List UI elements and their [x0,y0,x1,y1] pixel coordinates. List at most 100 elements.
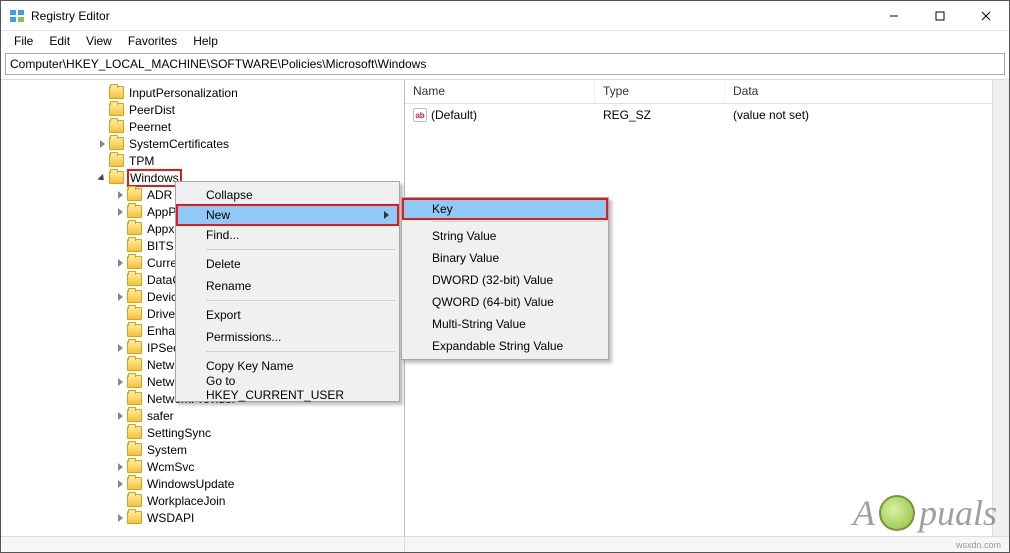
registry-editor-window: Registry Editor File Edit View Favorites… [0,0,1010,553]
folder-icon [127,256,142,269]
submenu-key[interactable]: Key [402,198,608,220]
tree-node[interactable]: TPM [1,152,404,169]
statusbar [1,536,1009,552]
expand-icon-closed[interactable] [113,208,127,216]
folder-icon [127,426,142,439]
tree-node-label: Netw [145,358,176,372]
tree-node-label: BITS [145,239,176,253]
menu-view[interactable]: View [79,32,119,50]
folder-icon [127,358,142,371]
maximize-button[interactable] [917,1,963,31]
tree-node[interactable]: System [1,441,404,458]
address-text: Computer\HKEY_LOCAL_MACHINE\SOFTWARE\Pol… [10,57,426,71]
ctx-new[interactable]: New [176,204,399,226]
value-data: (value not set) [725,108,985,122]
value-row[interactable]: (Default) REG_SZ (value not set) [405,106,1009,124]
expand-icon-closed[interactable] [113,463,127,471]
folder-icon [127,477,142,490]
expand-icon-closed[interactable] [95,140,109,148]
regedit-icon [9,8,25,24]
ctx-find[interactable]: Find... [178,224,397,246]
folder-icon [127,307,142,320]
tree-node-label: TPM [127,154,156,168]
submenu-binary[interactable]: Binary Value [404,247,606,269]
expand-icon-closed[interactable] [113,191,127,199]
tree-node[interactable]: PeerDist [1,101,404,118]
new-submenu: Key String Value Binary Value DWORD (32-… [401,197,609,360]
folder-icon [127,324,142,337]
ctx-separator [206,300,396,301]
folder-icon [127,341,142,354]
tree-node-label: WcmSvc [145,460,196,474]
tree-node[interactable]: SettingSync [1,424,404,441]
submenu-string[interactable]: String Value [404,225,606,247]
submenu-multistring[interactable]: Multi-String Value [404,313,606,335]
col-name[interactable]: Name [405,80,595,103]
ctx-delete[interactable]: Delete [178,253,397,275]
tree-node[interactable]: WcmSvc [1,458,404,475]
expand-icon-closed[interactable] [113,378,127,386]
expand-icon-closed[interactable] [113,514,127,522]
vertical-scrollbar[interactable] [992,80,1009,536]
folder-icon [109,103,124,116]
string-value-icon [413,108,427,122]
folder-icon [109,137,124,150]
tree-node-label: Devic [145,290,179,304]
expand-icon-closed[interactable] [113,412,127,420]
folder-icon [127,205,142,218]
menu-file[interactable]: File [7,32,40,50]
close-button[interactable] [963,1,1009,31]
folder-icon [127,239,142,252]
tree-node[interactable]: Peernet [1,118,404,135]
expand-icon-closed[interactable] [113,259,127,267]
col-data[interactable]: Data [725,80,985,103]
tree-node-label: Drive [145,307,177,321]
tree-node-label: WorkplaceJoin [145,494,227,508]
tree-node[interactable]: WorkplaceJoin [1,492,404,509]
tree-node-label: Windows [127,169,182,187]
folder-icon [127,443,142,456]
col-type[interactable]: Type [595,80,725,103]
expand-icon-closed[interactable] [113,480,127,488]
menu-help[interactable]: Help [186,32,225,50]
list-header: Name Type Data [405,80,1009,104]
submenu-qword[interactable]: QWORD (64-bit) Value [404,291,606,313]
tree-node-label: InputPersonalization [127,86,240,100]
folder-icon [127,511,142,524]
tree-node-label: Appx [145,222,176,236]
tree-node[interactable]: WindowsUpdate [1,475,404,492]
folder-icon [109,171,124,184]
tree-node-label: PeerDist [127,103,177,117]
tree-node[interactable]: InputPersonalization [1,84,404,101]
menu-favorites[interactable]: Favorites [121,32,184,50]
ctx-permissions[interactable]: Permissions... [178,326,397,348]
tree-node-label: WindowsUpdate [145,477,236,491]
ctx-goto-hkcu[interactable]: Go to HKEY_CURRENT_USER [178,377,397,399]
context-menu: Collapse New Find... Delete Rename Expor… [175,181,400,402]
folder-icon [127,222,142,235]
tree-node-label: System [145,443,189,457]
tree-node-label: Netw [145,375,176,389]
ctx-collapse[interactable]: Collapse [178,184,397,206]
tree-node[interactable]: safer [1,407,404,424]
expand-icon-closed[interactable] [113,293,127,301]
submenu-expandable[interactable]: Expandable String Value [404,335,606,357]
ctx-export[interactable]: Export [178,304,397,326]
folder-icon [127,392,142,405]
folder-icon [127,460,142,473]
menubar: File Edit View Favorites Help [1,31,1009,51]
menu-edit[interactable]: Edit [42,32,77,50]
address-bar[interactable]: Computer\HKEY_LOCAL_MACHINE\SOFTWARE\Pol… [5,53,1005,75]
expand-icon-open[interactable] [95,175,109,180]
tree-node-label: ADR [145,188,174,202]
tree-node[interactable]: SystemCertificates [1,135,404,152]
submenu-key-label: Key [432,202,453,216]
ctx-rename[interactable]: Rename [178,275,397,297]
minimize-button[interactable] [871,1,917,31]
folder-icon [127,494,142,507]
expand-icon-closed[interactable] [113,344,127,352]
folder-icon [127,375,142,388]
submenu-dword[interactable]: DWORD (32-bit) Value [404,269,606,291]
tree-node[interactable]: WSDAPI [1,509,404,526]
folder-icon [109,86,124,99]
